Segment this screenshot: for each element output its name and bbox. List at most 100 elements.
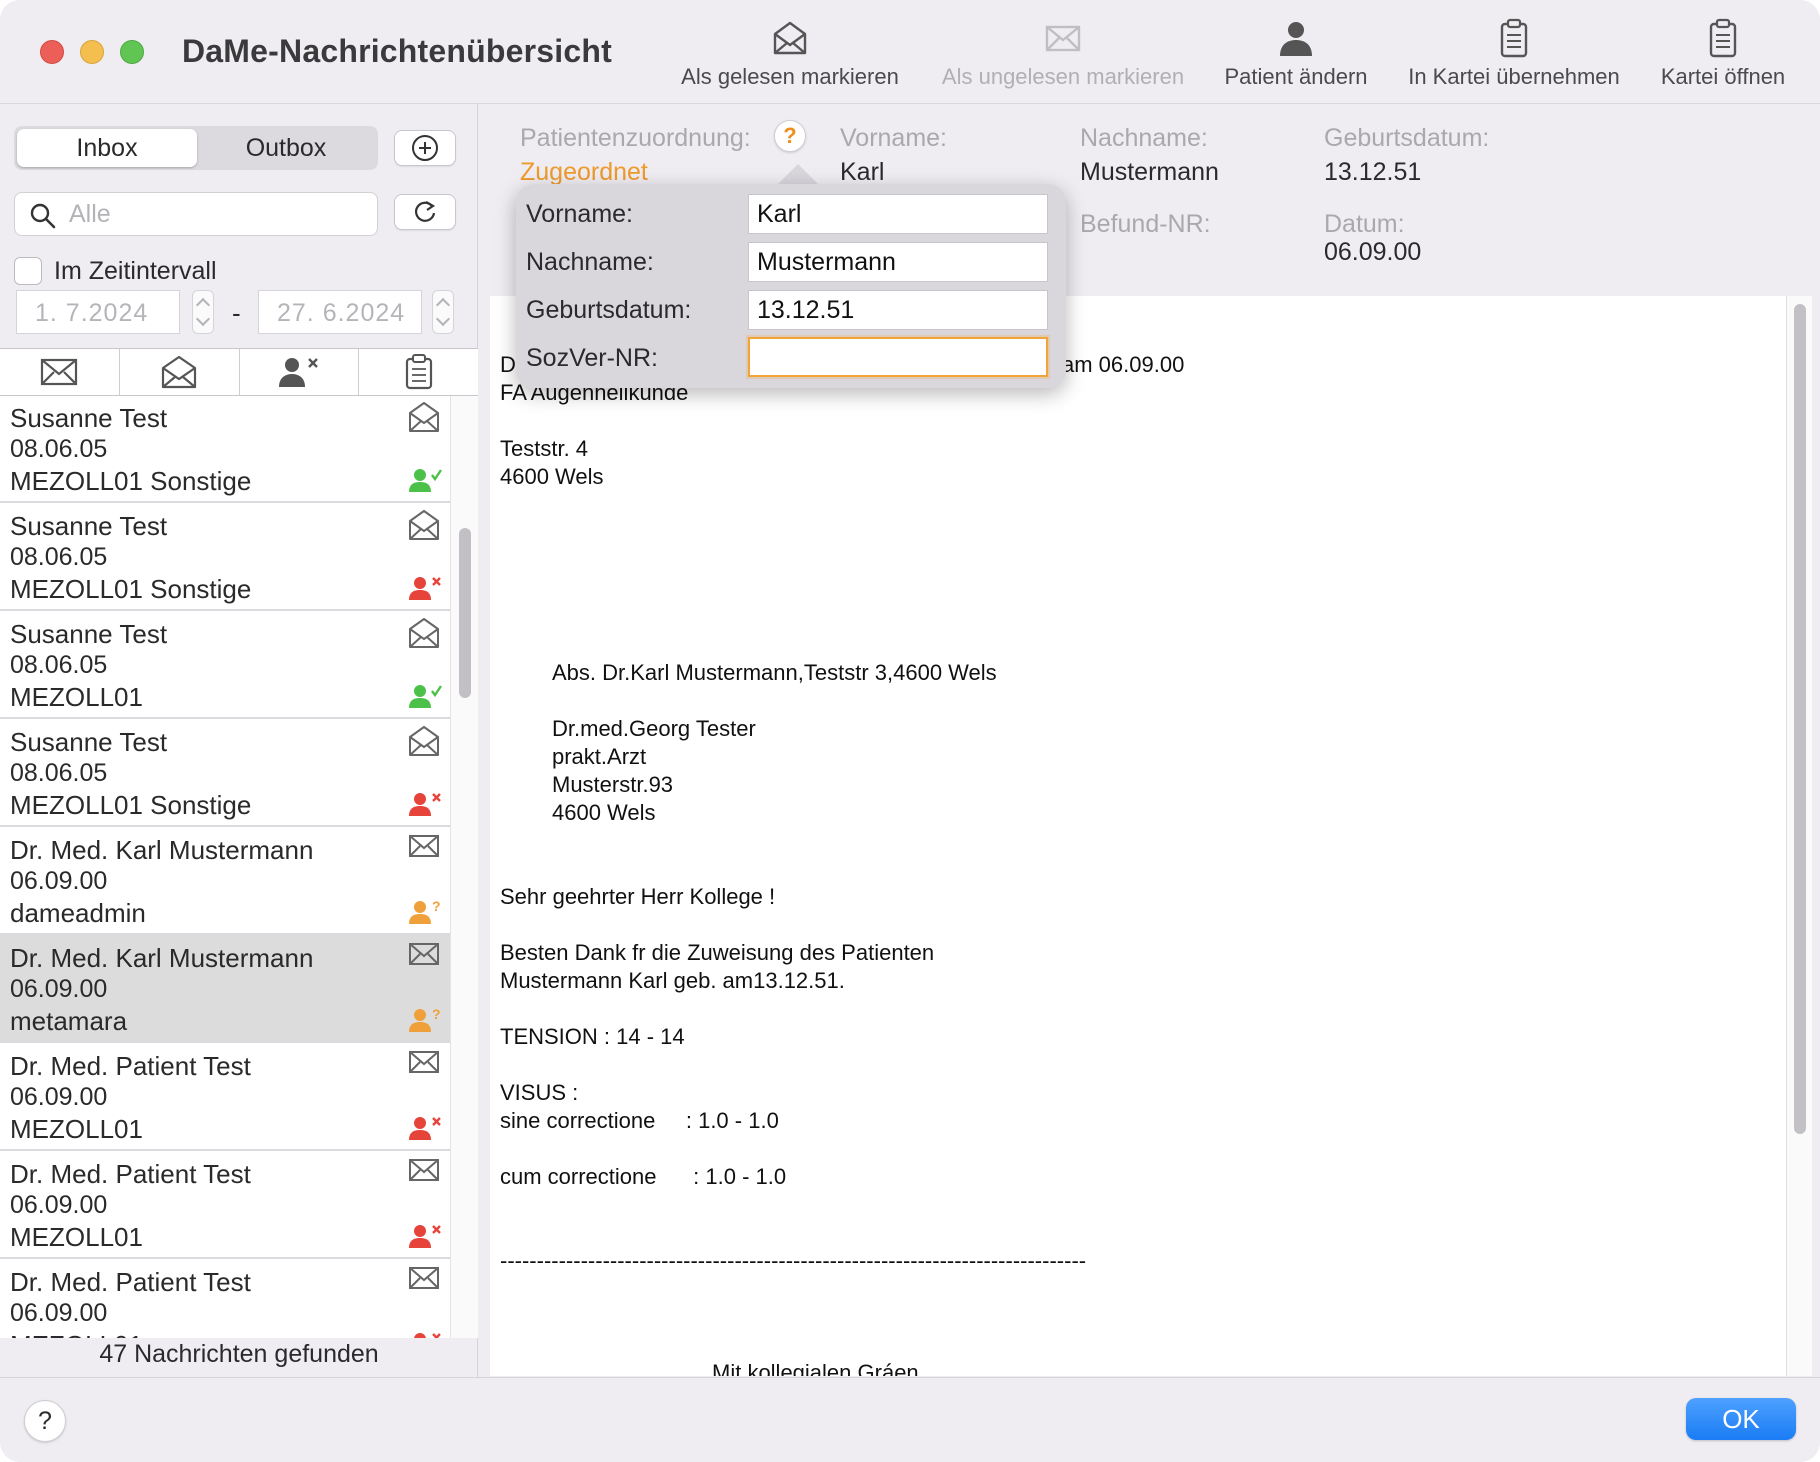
envelope-icon: [41, 358, 78, 386]
envelope-open-icon: [409, 402, 439, 432]
tab-inbox[interactable]: Inbox: [17, 129, 197, 167]
message-row[interactable]: Susanne Test 08.06.05 MEZOLL01 Sonstige: [0, 503, 450, 611]
popover-nachname-field[interactable]: [748, 242, 1048, 282]
mark-unread-label: Als ungelesen markieren: [941, 64, 1185, 89]
date-to-stepper[interactable]: [432, 290, 454, 334]
doc-line: 4600 Wels: [500, 464, 604, 489]
mark-unread-button[interactable]: Als ungelesen markieren: [930, 18, 1196, 98]
change-patient-label: Patient ändern: [1224, 64, 1368, 89]
message-row[interactable]: Dr. Med. Patient Test06.09.00 MEZOLL01: [0, 1151, 450, 1259]
doc-line: VISUS :: [500, 1080, 579, 1105]
person-error-icon: [414, 1333, 441, 1338]
svg-text:?: ?: [432, 899, 441, 914]
mark-read-label: Als gelesen markieren: [681, 64, 899, 89]
vorname-value: Karl: [840, 158, 885, 186]
message-count: 47 Nachrichten gefunden: [99, 1340, 379, 1368]
tab-outbox[interactable]: Outbox: [196, 129, 376, 167]
column-patient[interactable]: [240, 349, 360, 395]
assignment-help-button[interactable]: ?: [774, 120, 806, 152]
message-list[interactable]: Susanne Test 08.06.05 MEZOLL01 Sonstige Sus…: [0, 396, 450, 1338]
person-error-icon: [409, 793, 441, 816]
zoom-window-button[interactable]: [120, 40, 144, 64]
search-input[interactable]: [69, 199, 359, 229]
popover-geburtsdatum-field[interactable]: [748, 290, 1048, 330]
document-scrollbar[interactable]: [1786, 296, 1812, 1376]
message-row[interactable]: Dr. Med. Karl Mustermann 06.09.00 metamara…: [0, 935, 450, 1043]
change-patient-button[interactable]: Patient ändern: [1216, 18, 1376, 98]
datum-value: 06.09.00: [1324, 238, 1422, 266]
message-date: 06.09.00: [10, 975, 108, 1003]
document-scroll-thumb[interactable]: [1794, 304, 1806, 1134]
nachname-label: Nachname:: [1080, 124, 1208, 152]
svg-text:?: ?: [432, 1007, 441, 1022]
doc-line: D: [500, 352, 516, 377]
sidebar-scroll-thumb[interactable]: [459, 528, 471, 698]
doc-line: Abs. Dr.Karl Mustermann,Teststr 3,4600 W…: [552, 660, 997, 685]
doc-line: ----------------------------------------…: [500, 1248, 1087, 1273]
column-kartei[interactable]: [359, 349, 478, 395]
message-patient-name: Susanne Test: [10, 619, 168, 649]
sidebar-scrollbar[interactable]: [450, 396, 478, 1338]
help-button[interactable]: ?: [24, 1400, 66, 1442]
interval-filter: Im Zeitintervall: [14, 254, 217, 288]
message-row[interactable]: Dr. Med. Patient Test06.09.00 MEZOLL01: [0, 1043, 450, 1151]
add-button[interactable]: [394, 130, 456, 166]
ok-button[interactable]: OK: [1686, 1398, 1796, 1440]
message-date: 06.09.00: [10, 1083, 108, 1111]
doc-line: TENSION : 14 - 14: [500, 1024, 685, 1049]
interval-checkbox[interactable]: [14, 257, 42, 285]
message-document[interactable]: D am 06.09.00 FA Augenheilkunde Teststr.…: [490, 296, 1786, 1376]
refresh-icon: [414, 201, 436, 222]
message-row[interactable]: Susanne Test 08.06.05 MEZOLL01 Sonstige: [0, 396, 450, 503]
open-kartei-label: Kartei öffnen: [1660, 64, 1786, 89]
message-row[interactable]: Dr. Med. Karl Mustermann 06.09.00 dameadmi…: [0, 827, 450, 935]
message-sender: MEZOLL01 Sonstige: [10, 466, 252, 496]
message-assignment-status: [408, 683, 444, 714]
person-error-icon: [409, 1117, 441, 1140]
date-to-field[interactable]: 27. 6.2024: [258, 290, 422, 334]
message-assignment-status: [408, 467, 444, 498]
message-read-state: [408, 1265, 440, 1296]
refresh-button[interactable]: [394, 194, 456, 230]
doc-line: Mustermann Karl geb. am13.12.51.: [500, 968, 845, 993]
minimize-window-button[interactable]: [80, 40, 104, 64]
person-remove-icon: [278, 358, 318, 387]
befund-label: Befund-NR:: [1080, 210, 1211, 238]
open-kartei-button[interactable]: Kartei öffnen: [1648, 18, 1798, 98]
assignment-status: Zugeordnet: [520, 158, 648, 186]
date-from-field[interactable]: 1. 7.2024: [16, 290, 180, 334]
plus-circle-icon: [412, 135, 438, 161]
message-sender: MEZOLL01: [10, 682, 143, 712]
person-check-icon: [409, 685, 442, 708]
person-unknown-icon: ?: [409, 1006, 441, 1032]
message-row[interactable]: Dr. Med. Patient Test06.09.00 MEZOLL01: [0, 1259, 450, 1338]
message-row[interactable]: Susanne Test 08.06.05 MEZOLL01: [0, 611, 450, 719]
message-date: 06.09.00: [10, 867, 108, 895]
message-assignment-status: [408, 575, 444, 606]
import-kartei-button[interactable]: In Kartei übernehmen: [1396, 18, 1632, 98]
message-assignment-status: [408, 1115, 444, 1146]
mark-read-button[interactable]: Als gelesen markieren: [672, 18, 908, 98]
popover-sozver-field[interactable]: [748, 337, 1048, 377]
column-read[interactable]: [120, 349, 240, 395]
doc-line: Mit kollegialen Gráen: [712, 1360, 919, 1376]
person-icon: [1280, 22, 1312, 56]
doc-line: Teststr. 4: [500, 436, 589, 461]
date-from-stepper[interactable]: [192, 290, 214, 334]
doc-line: Besten Dank fr die Zuweisung des Patient…: [500, 940, 935, 965]
popover-geburtsdatum-label: Geburtsdatum:: [526, 296, 692, 324]
search-field[interactable]: [14, 192, 378, 236]
message-assignment-status: [408, 1331, 444, 1338]
message-date: 08.06.05: [10, 435, 108, 463]
popover-sozver-label: SozVer-NR:: [526, 344, 658, 372]
popover-vorname-field[interactable]: [748, 194, 1048, 234]
message-sender: MEZOLL01: [10, 1114, 143, 1144]
message-row[interactable]: Susanne Test 08.06.05 MEZOLL01 Sonstige: [0, 719, 450, 827]
envelope-icon: [409, 1051, 439, 1073]
column-unread[interactable]: [0, 349, 120, 395]
close-window-button[interactable]: [40, 40, 64, 64]
datum-label: Datum:: [1324, 210, 1405, 238]
toolbar: DaMe-Nachrichtenübersicht Als gelesen ma…: [0, 0, 1820, 104]
message-sender: MEZOLL01: [10, 1330, 143, 1338]
message-assignment-status: [408, 1223, 444, 1254]
